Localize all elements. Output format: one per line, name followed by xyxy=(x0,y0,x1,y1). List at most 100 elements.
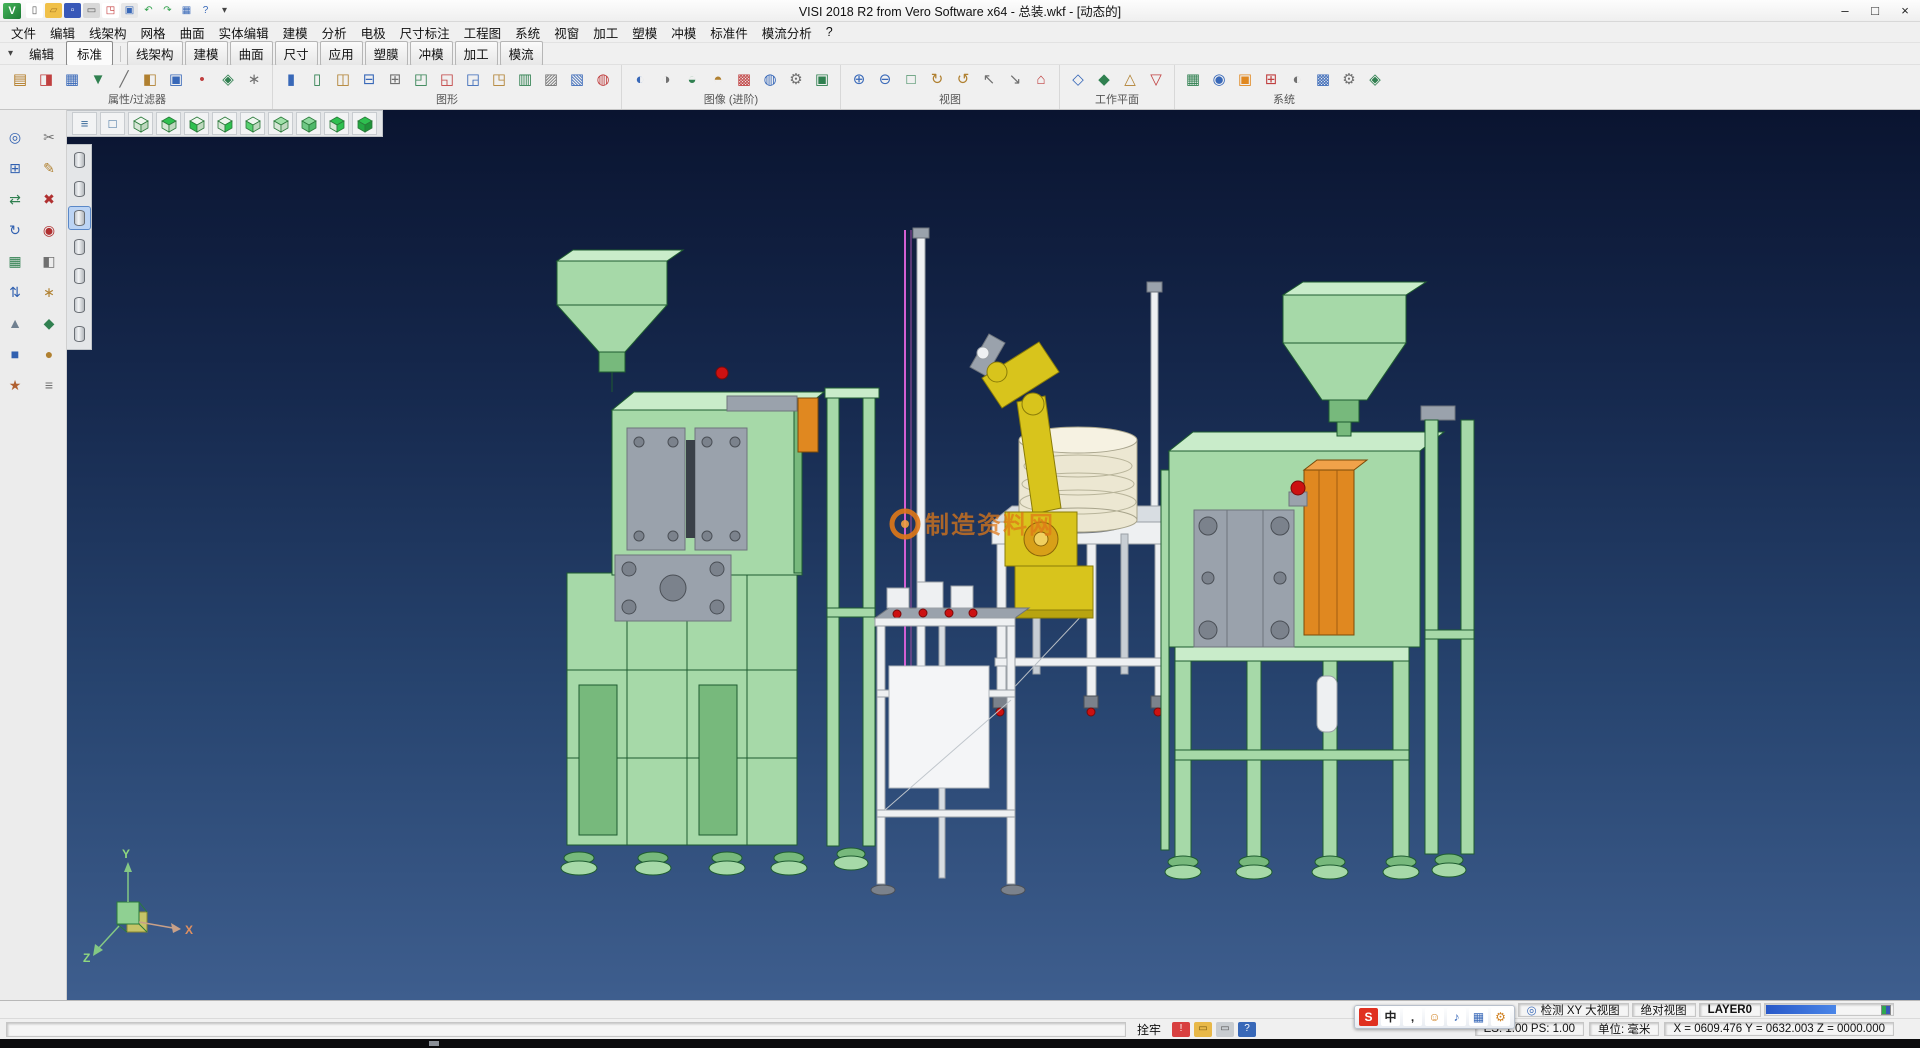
text-icon[interactable]: ▧ xyxy=(566,67,588,91)
model-filter-4-icon[interactable] xyxy=(69,236,90,258)
view-frame-icon[interactable] xyxy=(128,112,153,135)
left-injection-machine[interactable] xyxy=(557,250,879,875)
maximize-button[interactable]: □ xyxy=(1860,0,1890,21)
ime-toolbox-icon[interactable]: ⚙ xyxy=(1491,1008,1510,1026)
menu-item[interactable]: 塑模 xyxy=(625,21,664,44)
layer-field[interactable]: LAYER0 xyxy=(1699,1003,1761,1017)
view-left-icon[interactable] xyxy=(240,112,265,135)
group-filter-icon[interactable]: ◈ xyxy=(217,67,239,91)
system-settings-icon[interactable]: ⚙ xyxy=(1338,67,1360,91)
module-toggle-button[interactable]: 尺寸 xyxy=(275,41,318,66)
texture-icon[interactable]: ▩ xyxy=(733,67,755,91)
pick-icon[interactable]: ◎ xyxy=(3,126,27,148)
solid-filter-icon[interactable]: ▣ xyxy=(165,67,187,91)
list-icon[interactable]: ≡ xyxy=(37,374,61,396)
extrude-icon[interactable]: ◳ xyxy=(488,67,510,91)
model-filter-6-icon[interactable] xyxy=(69,294,90,316)
module-toggle-button[interactable]: 建模 xyxy=(185,41,228,66)
snap-icon[interactable]: ◉ xyxy=(1208,67,1230,91)
model-filter-3-icon[interactable] xyxy=(69,207,90,229)
render-settings-icon[interactable]: ▣ xyxy=(811,67,833,91)
view-front-icon[interactable] xyxy=(184,112,209,135)
sketch-icon[interactable]: ✎ xyxy=(37,157,61,179)
zoom-out-icon[interactable]: ⊖ xyxy=(874,67,896,91)
zoom-window-icon[interactable]: □ xyxy=(900,67,922,91)
ime-voice-icon[interactable]: ♪ xyxy=(1447,1008,1466,1026)
color-filter-icon[interactable]: ◨ xyxy=(35,67,57,91)
triangle-tool-icon[interactable]: ▲ xyxy=(3,312,27,334)
favorite-icon[interactable]: ★ xyxy=(3,374,27,396)
view-right-icon[interactable] xyxy=(212,112,237,135)
module-toggle-button[interactable]: 线架构 xyxy=(127,41,183,66)
delete-icon[interactable]: ✖ xyxy=(37,188,61,210)
layers-icon[interactable]: ▦ xyxy=(1182,67,1204,91)
module-toggle-button[interactable]: 模流 xyxy=(500,41,543,66)
lock-toggle[interactable]: 拴牢 xyxy=(1131,1020,1167,1039)
target-icon[interactable]: ◉ xyxy=(37,219,61,241)
printer-status-icon[interactable]: ▭ xyxy=(1216,1022,1234,1037)
3d-model-scene[interactable]: 制造资料网 Y X Z xyxy=(67,110,1920,1000)
zoom-in-icon[interactable]: ⊕ xyxy=(848,67,870,91)
new-doc-icon[interactable]: ▯ xyxy=(26,3,43,18)
help-icon[interactable]: ? xyxy=(197,3,214,18)
view-top-icon[interactable] xyxy=(156,112,181,135)
quickbar-dropdown-icon[interactable]: ▾ xyxy=(216,3,233,18)
modules-icon[interactable]: ◈ xyxy=(1364,67,1386,91)
hidden-line-icon[interactable]: ◒ xyxy=(681,67,703,91)
menu-item[interactable]: 加工 xyxy=(586,21,625,44)
home-view-icon[interactable]: ⌂ xyxy=(1030,67,1052,91)
print-icon[interactable]: ▭ xyxy=(83,3,100,18)
spark-icon[interactable]: ∗ xyxy=(37,281,61,303)
plot-icon[interactable]: ◳ xyxy=(102,3,119,18)
type-filter-icon[interactable]: ▼ xyxy=(87,67,109,91)
save-icon[interactable]: ▫ xyxy=(64,3,81,18)
view-back-icon[interactable] xyxy=(268,112,293,135)
half-tone-icon[interactable]: ◐ xyxy=(1286,67,1308,91)
toolbar-tab[interactable]: 标准 xyxy=(66,41,113,66)
reorder-icon[interactable]: ⇅ xyxy=(3,281,27,303)
rect-icon[interactable]: ⊟ xyxy=(358,67,380,91)
sphere-icon[interactable]: ◱ xyxy=(436,67,458,91)
view-mode-field[interactable]: ◎ 检测 XY 大视图 xyxy=(1518,1003,1629,1017)
point-filter-icon[interactable]: • xyxy=(191,67,213,91)
module-toggle-button[interactable]: 曲面 xyxy=(230,41,273,66)
menu-item[interactable]: ? xyxy=(819,23,840,41)
plane-xy-icon[interactable]: ◇ xyxy=(1067,67,1089,91)
menu-item[interactable]: 视窗 xyxy=(547,21,586,44)
error-log-icon[interactable]: ! xyxy=(1172,1022,1190,1037)
trim-icon[interactable]: ✂ xyxy=(37,126,61,148)
model-filter-5-icon[interactable] xyxy=(69,265,90,287)
cylinder-icon[interactable]: ⊞ xyxy=(384,67,406,91)
view-isometric-icon[interactable] xyxy=(296,112,321,135)
all-filter-icon[interactable]: ∗ xyxy=(243,67,265,91)
surface-filter-icon[interactable]: ◧ xyxy=(139,67,161,91)
minimize-button[interactable]: – xyxy=(1830,0,1860,21)
plane-align-icon[interactable]: △ xyxy=(1119,67,1141,91)
open-folder-icon[interactable]: ▱ xyxy=(45,3,62,18)
open-tray-icon[interactable]: ▭ xyxy=(1194,1022,1212,1037)
arc-icon[interactable]: ◫ xyxy=(332,67,354,91)
current-color-chip[interactable] xyxy=(1881,1005,1891,1015)
model-filter-2-icon[interactable] xyxy=(69,178,90,200)
pattern-icon[interactable]: ▩ xyxy=(1312,67,1334,91)
absolute-view-field[interactable]: 绝对视图 xyxy=(1632,1003,1696,1017)
redo-icon[interactable]: ↷ xyxy=(159,3,176,18)
section-icon[interactable]: ◍ xyxy=(759,67,781,91)
pan-icon[interactable]: ↖ xyxy=(978,67,1000,91)
circle-tool-icon[interactable]: ● xyxy=(37,343,61,365)
cone-icon[interactable]: ◰ xyxy=(410,67,432,91)
wireframe-icon[interactable]: ◑ xyxy=(655,67,677,91)
dimension-icon[interactable]: ◍ xyxy=(592,67,614,91)
circle-icon[interactable]: ▯ xyxy=(306,67,328,91)
ime-emoji-icon[interactable]: ☺ xyxy=(1425,1008,1444,1026)
menu-item[interactable]: 标准件 xyxy=(703,21,755,44)
rotate-icon[interactable]: ↻ xyxy=(3,219,27,241)
model-filter-1-icon[interactable] xyxy=(69,149,90,171)
sweep-icon[interactable]: ▨ xyxy=(540,67,562,91)
layer-filter-icon[interactable]: ▦ xyxy=(61,67,83,91)
toolbar-tab[interactable]: 编辑 xyxy=(18,41,65,66)
fit-view-icon[interactable]: ↘ xyxy=(1004,67,1026,91)
view-shaded-icon[interactable] xyxy=(352,112,377,135)
line-icon[interactable]: ▮ xyxy=(280,67,302,91)
tab-dropdown-icon[interactable]: ▾ xyxy=(3,48,18,59)
